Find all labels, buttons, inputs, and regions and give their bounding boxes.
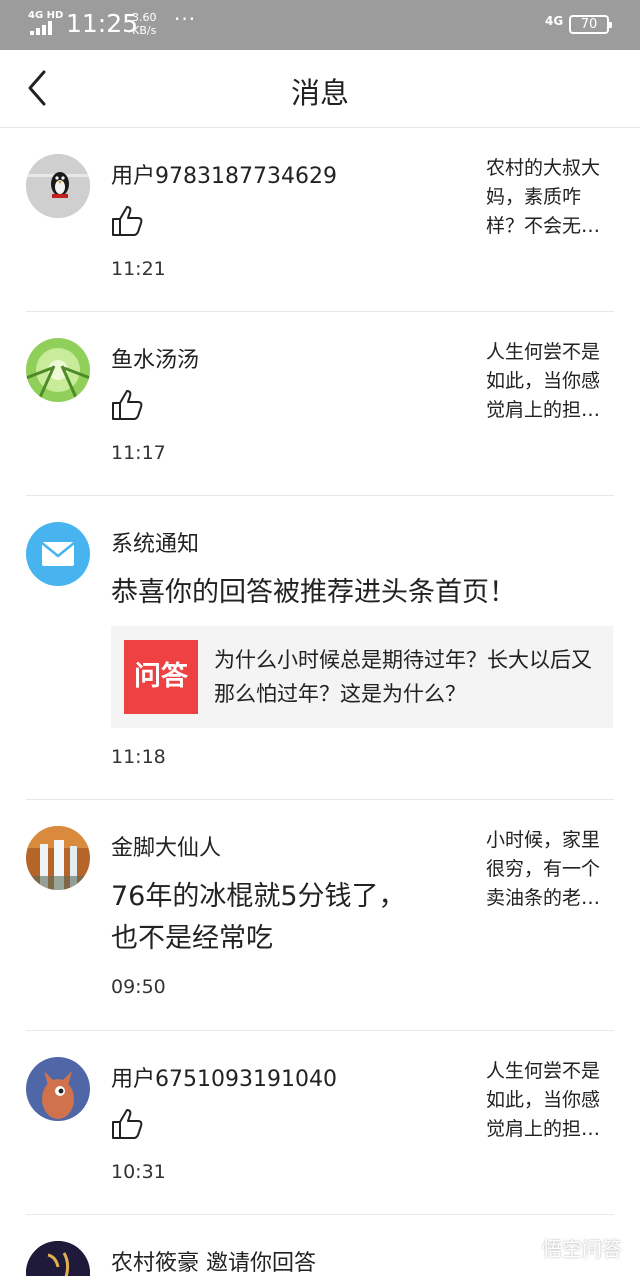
avatar[interactable]	[26, 1241, 90, 1276]
calligraphy-avatar-image	[26, 1241, 90, 1276]
nav-header: 消息	[0, 50, 640, 128]
message-time: 10:31	[111, 1161, 166, 1183]
speed-unit: KB/s	[132, 24, 157, 37]
message-item[interactable]: 金脚大仙人 76年的冰棍就5分钱了， 也不是经常吃 09:50 小时候，家里 很…	[0, 800, 640, 1031]
invite-text[interactable]: 农村筱豪 邀请你回答	[111, 1245, 316, 1276]
battery-icon: 70	[569, 15, 612, 34]
wenda-logo: 问答	[124, 640, 198, 714]
penguin-avatar-image	[26, 154, 90, 218]
message-item[interactable]: 鱼水汤汤 11:17 人生何尝不是 如此，当你感 觉肩上的担…	[0, 312, 640, 496]
mail-icon	[41, 542, 75, 566]
speed-value: 3.60	[132, 11, 157, 24]
question-card[interactable]: 问答 为什么小时候总是期待过年？长大以后又那么怕过年？这是为什么？	[111, 626, 613, 728]
system-notice-item[interactable]: 系统通知 恭喜你的回答被推荐进头条首页！ 问答 为什么小时候总是期待过年？长大以…	[0, 496, 640, 800]
quote-line: 如此，当你感	[486, 370, 601, 392]
quote-line: 如此，当你感	[486, 1089, 601, 1111]
message-time: 11:18	[111, 746, 166, 768]
avatar[interactable]	[26, 154, 90, 218]
clock: 11:25	[66, 9, 139, 38]
message-item[interactable]: 用户9783187734629 11:21 农村的大叔大 妈，素质咋 样？不会无…	[0, 128, 640, 312]
quote-line: 人生何尝不是	[486, 341, 601, 363]
quoted-content[interactable]: 人生何尝不是 如此，当你感 觉肩上的担…	[486, 338, 618, 425]
quoted-content[interactable]: 人生何尝不是 如此，当你感 觉肩上的担…	[486, 1057, 618, 1144]
message-time: 11:17	[111, 442, 166, 464]
tree-avatar-image	[26, 338, 90, 402]
quote-line: 很穷，有一个	[486, 858, 601, 880]
network-speed: 3.60 KB/s	[132, 11, 157, 37]
avatar[interactable]	[26, 826, 90, 890]
thumbs-up-icon	[112, 206, 143, 236]
quote-line: 妈，素质咋	[486, 186, 582, 208]
avatar[interactable]	[26, 338, 90, 402]
quote-line: 样？不会无…	[486, 215, 601, 237]
quoted-content[interactable]: 农村的大叔大 妈，素质咋 样？不会无…	[486, 154, 618, 241]
signal-icon	[30, 21, 52, 35]
quote-line: 人生何尝不是	[486, 1060, 601, 1082]
waterfall-avatar-image	[26, 826, 90, 890]
reply-line: 也不是经常吃	[111, 923, 273, 954]
quote-line: 觉肩上的担…	[486, 1118, 601, 1140]
user-name[interactable]: 鱼水汤汤	[111, 342, 199, 374]
sender-name: 系统通知	[111, 532, 200, 557]
user-name[interactable]: 金脚大仙人	[111, 830, 221, 862]
network-type: 4G HD	[28, 10, 64, 21]
network-type-right: 4G	[545, 14, 564, 28]
question-title: 为什么小时候总是期待过年？长大以后又那么怕过年？这是为什么？	[214, 648, 592, 706]
message-item[interactable]: 用户6751093191040 10:31 人生何尝不是 如此，当你感 觉肩上的…	[0, 1031, 640, 1215]
more-notifications-icon: ···	[174, 7, 197, 31]
quote-line: 农村的大叔大	[486, 157, 601, 179]
watermark: 悟空问答	[510, 1233, 622, 1262]
user-name[interactable]: 用户9783187734629	[111, 158, 337, 190]
message-time: 11:21	[111, 258, 166, 280]
status-bar: 4G HD 11:25 3.60 KB/s ··· 4G 70	[0, 0, 640, 50]
quote-line: 觉肩上的担…	[486, 399, 601, 421]
reply-text: 76年的冰棍就5分钱了， 也不是经常吃	[111, 876, 406, 960]
page-title: 消息	[290, 76, 349, 110]
reply-line: 76年的冰棍就5分钱了，	[111, 881, 406, 912]
cartoon-avatar-image	[26, 1057, 90, 1121]
avatar[interactable]	[26, 1057, 90, 1121]
quoted-content[interactable]: 小时候，家里 很穷，有一个 卖油条的老…	[486, 826, 618, 913]
quote-line: 卖油条的老…	[486, 887, 601, 909]
avatar	[26, 522, 90, 586]
notice-text: 恭喜你的回答被推荐进头条首页！	[111, 577, 516, 608]
user-name[interactable]: 用户6751093191040	[111, 1061, 337, 1093]
thumbs-up-icon	[112, 1109, 143, 1139]
watermark-text: 悟空问答	[542, 1237, 622, 1261]
message-time: 09:50	[111, 976, 166, 998]
thumbs-up-icon	[112, 390, 143, 420]
wukong-logo-icon	[510, 1234, 536, 1261]
quote-line: 小时候，家里	[486, 829, 601, 851]
